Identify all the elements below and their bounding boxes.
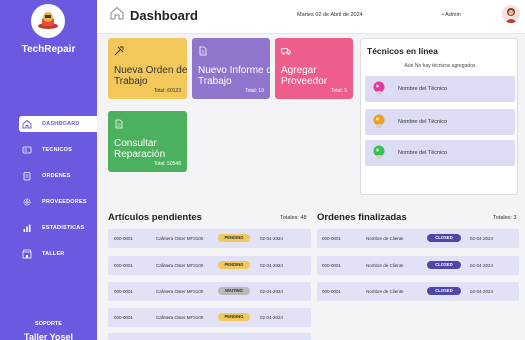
order-id: 000-0001: [114, 263, 134, 268]
footer-brand: Taller Yosel: [23, 333, 74, 340]
status-badge: WAITING: [218, 287, 250, 295]
table-row[interactable]: 000-0001 Nombre de Cliente CLOSED 02-04-…: [317, 256, 519, 275]
item-name: Cafetera Oster MF3100: [156, 315, 204, 320]
card-label: Agregar Proveedor: [281, 65, 328, 87]
table-row[interactable]: 000-0001 Cafetera Oster MF3100 PENDING 0…: [108, 229, 311, 248]
technician-name: Nombre del Técnico: [398, 119, 448, 125]
new-report-card[interactable]: Nuevo Informe de Trabajo Total: 10: [192, 38, 278, 99]
technicians-title: Técnicos en línea: [367, 46, 438, 56]
item-name: Cafetera Oster MF3100: [156, 289, 204, 294]
id-card-icon: [22, 145, 32, 155]
order-id: 000-0001: [322, 236, 342, 241]
order-id: 000-0001: [322, 289, 342, 294]
top-header: Dashboard Martes 02 de Abril de 2024 • A…: [97, 0, 525, 34]
pending-title: Artículos pendientes: [108, 212, 202, 223]
sidebar-nav: DASHBOARD TECNICOS ORDENES PROVEEDORES E…: [19, 116, 97, 272]
lightbulb-icon: [373, 81, 385, 95]
lightbulb-icon: [373, 145, 385, 159]
table-row[interactable]: 000-0001 Cafetera Oster MF3100 PENDING 0…: [108, 308, 311, 327]
document-icon: [114, 116, 124, 133]
new-order-card[interactable]: Nueva Orden de Trabajo Total: 60123: [108, 38, 187, 99]
avatar[interactable]: [502, 5, 520, 23]
brand-name: TechRepair: [21, 44, 76, 55]
brand-logo[interactable]: [31, 4, 65, 38]
pending-total: Totales: 48: [280, 215, 307, 221]
sidebar-item-tecnicos[interactable]: TECNICOS: [19, 142, 97, 158]
table-row[interactable]: 000-0001 Nombre de Cliente CLOSED 02-04-…: [317, 282, 519, 301]
status-badge: CLOSED: [427, 261, 461, 269]
finished-title: Ordenes finalizadas: [317, 212, 407, 223]
table-row[interactable]: 000-0001 Nombre de Cliente CLOSED 02-04-…: [317, 229, 519, 248]
clipboard-icon: [22, 171, 32, 181]
home-icon: [22, 119, 32, 129]
tools-icon: [114, 43, 124, 60]
status-badge: CLOSED: [427, 234, 461, 242]
technician-name: Nombre del Técnico: [398, 150, 448, 156]
client-name: Nombre de Cliente: [366, 236, 404, 241]
home-icon[interactable]: [109, 5, 125, 26]
bar-chart-icon: [22, 223, 32, 233]
support-link[interactable]: SOPORTE: [0, 321, 97, 327]
client-name: Nombre de Cliente: [366, 289, 404, 294]
gear-icon: [22, 197, 32, 207]
order-date: 02-04-2024: [260, 263, 284, 268]
table-row[interactable]: [108, 333, 311, 340]
order-date: 02-04-2024: [260, 236, 284, 241]
card-label: Nuevo Informe de Trabajo: [198, 65, 278, 87]
card-total: Total: 60123: [153, 88, 181, 94]
sidebar-item-label: ESTADISTICAS: [42, 225, 85, 231]
order-id: 000-0001: [322, 263, 342, 268]
table-row[interactable]: 000-0001 Cafetera Oster MF3100 WAITING 0…: [108, 282, 311, 301]
truck-icon: [281, 43, 291, 60]
sidebar-item-taller[interactable]: TALLER: [19, 246, 97, 262]
technician-name: Nombre del Técnico: [398, 86, 448, 92]
order-date: 02-04-2024: [470, 236, 494, 241]
order-date: 02-04-2024: [260, 315, 284, 320]
technician-item[interactable]: Nombre del Técnico: [365, 109, 515, 135]
order-date: 02-04-2024: [470, 289, 494, 294]
sidebar-item-ordenes[interactable]: ORDENES: [19, 168, 97, 184]
technicians-panel: Técnicos en línea Aún No hay técnicos ag…: [360, 38, 518, 195]
sidebar-item-dashboard[interactable]: DASHBOARD: [19, 116, 97, 132]
status-badge: PENDING: [218, 313, 250, 321]
sidebar-item-estadisticas[interactable]: ESTADISTICAS: [19, 220, 97, 236]
technician-item[interactable]: Nombre del Técnico: [365, 76, 515, 102]
item-name: Cafetera Oster MF3100: [156, 236, 204, 241]
sidebar-item-label: TALLER: [42, 251, 65, 257]
check-repair-card[interactable]: Consultar Reparación Total: 50548: [108, 111, 187, 172]
card-label: Consultar Reparación: [114, 138, 166, 160]
status-badge: CLOSED: [427, 287, 461, 295]
user-name[interactable]: • Admin: [442, 12, 461, 18]
current-date: Martes 02 de Abril de 2024: [297, 12, 363, 18]
card-total: Total: 10: [245, 88, 264, 94]
finished-total: Totales: 3: [493, 215, 517, 221]
table-row[interactable]: 000-0001 Cafetera Oster MF3100 PENDING 0…: [108, 256, 311, 275]
client-name: Nombre de Cliente: [366, 263, 404, 268]
order-date: 02-04-2024: [260, 289, 284, 294]
sidebar-item-label: DASHBOARD: [42, 121, 80, 127]
order-date: 02-04-2024: [470, 263, 494, 268]
technicians-empty-note: Aún No hay técnicos agregados: [404, 63, 476, 69]
sidebar-item-label: TECNICOS: [42, 147, 73, 153]
item-name: Cafetera Oster MF3100: [156, 263, 204, 268]
store-icon: [22, 249, 32, 259]
sidebar: TechRepair DASHBOARD TECNICOS ORDENES PR…: [0, 0, 97, 340]
status-badge: PENDING: [218, 234, 250, 242]
card-label: Nueva Orden de Trabajo: [114, 65, 188, 87]
card-total: Total: 5: [330, 88, 347, 94]
document-icon: [198, 43, 208, 60]
technician-item[interactable]: Nombre del Técnico: [365, 140, 515, 166]
order-id: 000-0001: [114, 236, 134, 241]
card-total: Total: 50548: [153, 161, 181, 167]
sidebar-item-proveedores[interactable]: PROVEEDORES: [19, 194, 97, 210]
order-id: 000-0001: [114, 289, 134, 294]
lightbulb-icon: [373, 114, 385, 128]
add-supplier-card[interactable]: Agregar Proveedor Total: 5: [275, 38, 353, 99]
status-badge: PENDING: [218, 261, 250, 269]
sidebar-item-label: PROVEEDORES: [42, 199, 87, 205]
order-id: 000-0001: [114, 315, 134, 320]
page-title: Dashboard: [130, 8, 198, 23]
sidebar-item-label: ORDENES: [42, 173, 71, 179]
